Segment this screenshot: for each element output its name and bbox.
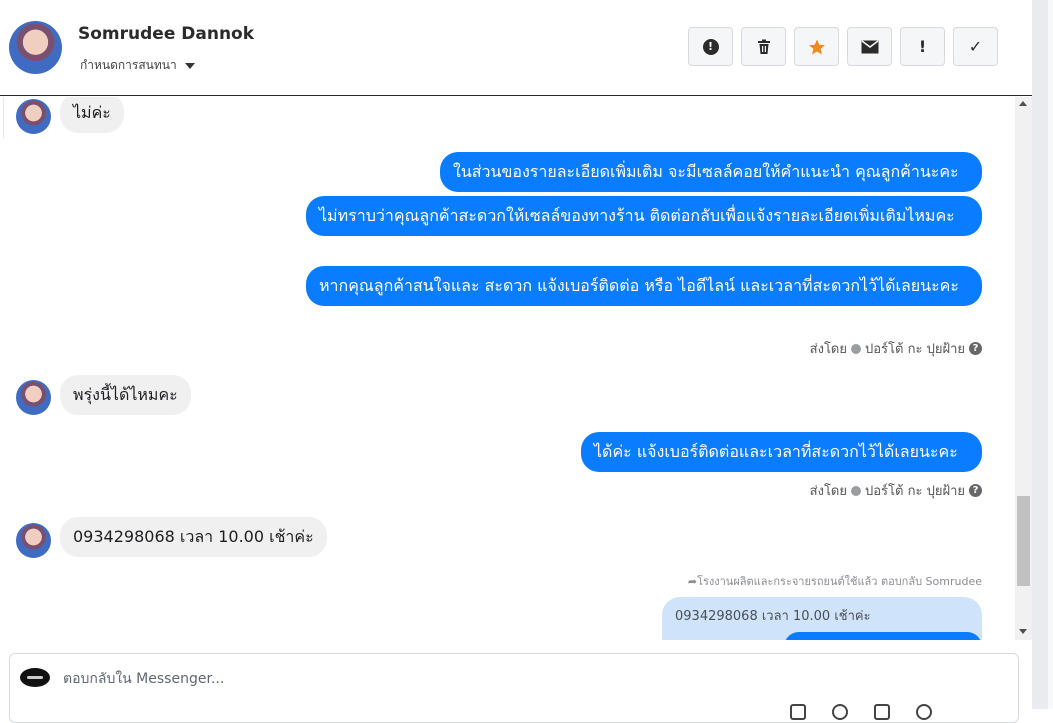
- check-icon: ✓: [968, 37, 983, 56]
- check-circle-icon: [851, 343, 861, 354]
- contact-name[interactable]: Somrudee Dannok: [78, 24, 254, 44]
- spam-button[interactable]: !: [688, 27, 733, 66]
- star-icon: [808, 39, 825, 54]
- right-panel-edge: [1032, 0, 1053, 709]
- sent-by-label: ส่งโดย ปอร์โต้ กะ ปุยฝ้าย ?: [810, 338, 982, 359]
- chevron-down-icon: [184, 62, 195, 69]
- customer-avatar[interactable]: [16, 380, 51, 415]
- mark-done-button[interactable]: ✓: [953, 27, 998, 66]
- thread-scrollbar[interactable]: [1015, 97, 1032, 640]
- delete-button[interactable]: [741, 27, 786, 66]
- alert-circle-icon: !: [702, 38, 719, 55]
- customer-avatar[interactable]: [16, 99, 51, 134]
- scroll-down-icon[interactable]: [1019, 629, 1027, 634]
- page-message-partial: [784, 632, 982, 640]
- check-circle-icon: [851, 485, 861, 496]
- assign-conversation-dropdown[interactable]: กำหนดการสนทนา: [80, 56, 195, 75]
- reply-arrow-icon: ➦: [687, 575, 698, 588]
- scrollbar-thumb[interactable]: [1017, 496, 1030, 586]
- attachment-icon[interactable]: [790, 704, 806, 720]
- help-icon[interactable]: ?: [969, 484, 982, 497]
- customer-message: ไม่ค่ะ: [60, 97, 124, 133]
- sent-by-agent: ปอร์โต้ กะ ปุยฝ้าย: [865, 342, 965, 357]
- gif-icon[interactable]: [916, 704, 932, 720]
- sent-by-label: ส่งโดย ปอร์โต้ กะ ปุยฝ้าย ?: [810, 480, 982, 501]
- customer-message: 0934298068 เวลา 10.00 เช้าค่ะ: [60, 517, 327, 557]
- reply-note-text: โรงงานผลิตและกระจายรถยนต์ใช้แล้ว ตอบกลับ…: [697, 575, 982, 588]
- reply-note: ➦โรงงานผลิตและกระจายรถยนต์ใช้แล้ว ตอบกลั…: [688, 572, 982, 590]
- message-thread[interactable]: ไม่ค่ะ ในส่วนของรายละเอียดเพิ่มเติม จะมี…: [0, 97, 1015, 640]
- help-icon[interactable]: ?: [969, 342, 982, 355]
- exclamation-icon: !: [918, 37, 927, 56]
- emoji-icon[interactable]: [832, 704, 848, 720]
- scroll-up-icon[interactable]: [1019, 101, 1027, 106]
- sent-by-prefix: ส่งโดย: [809, 342, 847, 357]
- page-logo: [20, 668, 50, 687]
- envelope-icon: [861, 39, 878, 53]
- page-message: ได้ค่ะ แจ้งเบอร์ติดต่อและเวลาที่สะดวกไว้…: [581, 432, 982, 472]
- composer-tools: [790, 704, 932, 720]
- sent-by-agent: ปอร์โต้ กะ ปุยฝ้าย: [865, 484, 965, 499]
- trash-icon: [757, 39, 770, 54]
- page-message: ในส่วนของรายละเอียดเพิ่มเติม จะมีเซลล์คอ…: [440, 152, 982, 192]
- reply-composer: [9, 653, 1019, 723]
- assign-label: กำหนดการสนทนา: [80, 58, 177, 72]
- customer-message: พรุ่งนี้ได้ไหมคะ: [60, 375, 191, 415]
- page-message: ไม่ทราบว่าคุณลูกค้าสะดวกให้เซลล์ของทางร้…: [306, 196, 982, 236]
- sent-by-prefix: ส่งโดย: [809, 484, 847, 499]
- follow-up-button[interactable]: !: [900, 27, 945, 66]
- thread-edge: [0, 97, 4, 138]
- image-icon[interactable]: [874, 704, 890, 720]
- page-message: หากคุณลูกค้าสนใจและ สะดวก แจ้งเบอร์ติดต่…: [306, 266, 982, 306]
- conversation-actions: ! ! ✓: [688, 27, 998, 66]
- customer-avatar[interactable]: [16, 523, 51, 558]
- mark-unread-button[interactable]: [847, 27, 892, 66]
- reply-input[interactable]: [63, 668, 763, 690]
- conversation-header: Somrudee Dannok กำหนดการสนทนา ! ! ✓: [0, 0, 1032, 96]
- contact-avatar[interactable]: [9, 21, 62, 74]
- star-button[interactable]: [794, 27, 839, 66]
